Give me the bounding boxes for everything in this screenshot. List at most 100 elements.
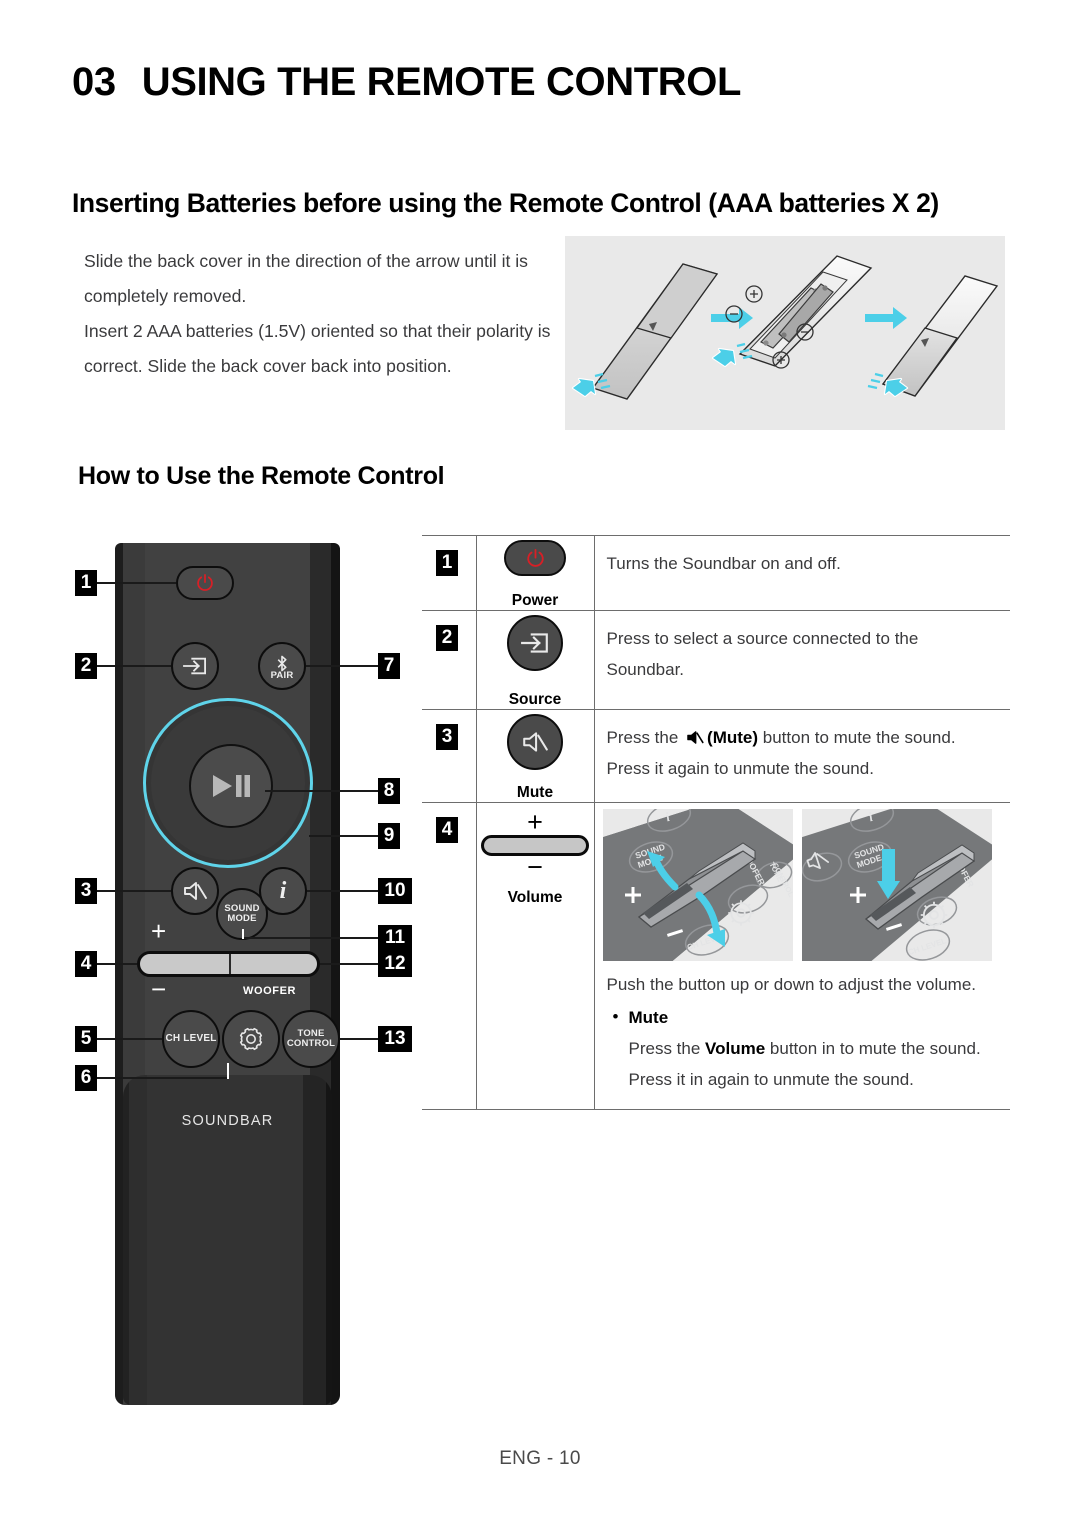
- table-row: 2 Source Press to select a source connec…: [422, 610, 1010, 710]
- table-row: 1 Power Turns the Soundbar on and off.: [422, 535, 1010, 611]
- table-key-label: Mute: [516, 784, 554, 801]
- table-cell-number: 1: [422, 535, 477, 611]
- table-key-label: Power: [511, 592, 559, 609]
- volume-figure-updown: i SOUND MODE CH LEVEL WOOFER TONE CONTRO…: [602, 809, 793, 961]
- volume-description: Push the button up or down to adjust the…: [595, 965, 1011, 1109]
- row-description: Press the (Mute) button to mute the soun…: [595, 710, 1011, 798]
- batteries-instruction-line-1: Slide the back cover in the direction of…: [84, 251, 528, 306]
- remote-control-diagram: SOUNDBAR PAIR SOUND MODE i + − WOOFER CH…: [75, 535, 415, 1415]
- table-cell-description: Press the (Mute) button to mute the soun…: [594, 709, 1011, 803]
- chapter-title-text: USING THE REMOTE CONTROL: [141, 60, 742, 104]
- batteries-instructions: Slide the back cover in the direction of…: [84, 244, 554, 384]
- table-power-button-graphic: [504, 540, 566, 576]
- mute-desc-part-2: (Mute): [707, 728, 759, 747]
- remote-leader-11b: [242, 929, 244, 939]
- table-cell-number: 3: [422, 709, 477, 803]
- mute-desc-part-1: Press the: [606, 728, 684, 747]
- manual-page: 03 USING THE REMOTE CONTROL Inserting Bat…: [0, 0, 1080, 1532]
- remote-callout-3: 3: [75, 878, 97, 904]
- row-description: Press to select a source connected to th…: [606, 629, 919, 679]
- table-volume-minus-label: −: [527, 852, 543, 882]
- mute-icon: [184, 882, 207, 900]
- remote-leader-6a: [97, 1077, 227, 1079]
- volume-description-main: Push the button up or down to adjust the…: [606, 975, 977, 994]
- remote-leader-3: [97, 890, 171, 892]
- remote-settings-button[interactable]: [222, 1010, 280, 1068]
- volume-bullet-title: Mute: [628, 1008, 669, 1027]
- chapter-title: 03 USING THE REMOTE CONTROL: [72, 60, 1012, 105]
- remote-callout-11: 11: [378, 925, 412, 951]
- remote-callout-7: 7: [378, 653, 400, 679]
- remote-pair-label: PAIR: [270, 669, 294, 681]
- row-number-badge: 1: [436, 550, 458, 576]
- table-key-label: Volume: [507, 889, 563, 906]
- battery-insertion-figure: [565, 236, 1005, 430]
- remote-leader-1: [97, 582, 176, 584]
- table-mute-button-graphic: [507, 714, 563, 770]
- remote-volume-plus-label: +: [151, 916, 167, 946]
- table-cell-description: i SOUND MODE CH LEVEL WOOFER TONE CONTRO…: [594, 803, 1010, 1110]
- volume-bullet-list: Mute: [607, 1001, 1001, 1033]
- remote-callout-13: 13: [378, 1026, 412, 1052]
- remote-leader-11a: [242, 937, 378, 939]
- table-source-button-graphic: [507, 615, 563, 671]
- battery-flow-arrow-1: [711, 307, 753, 329]
- table-cell-number: 4: [422, 802, 477, 1110]
- remote-source-button[interactable]: [171, 642, 219, 690]
- remote-callout-5: 5: [75, 1026, 97, 1052]
- table-row: 3 Mute Press the (Mute) button to mute t…: [422, 709, 1011, 803]
- remote-volume-minus-label: −: [151, 974, 167, 1004]
- volume-figure-pressin: i SOUND MODE CH LEVEL WOOFER: [801, 809, 992, 961]
- remote-info-button[interactable]: i: [259, 867, 307, 915]
- remote-callout-2: 2: [75, 653, 97, 679]
- list-item: Mute: [607, 1001, 1001, 1033]
- batteries-instruction-line-2: Insert 2 AAA batteries (1.5V) oriented s…: [84, 321, 551, 376]
- volume-bullet-body: Press the Volume button in to mute the s…: [607, 1033, 1001, 1095]
- remote-leader-8: [265, 790, 378, 792]
- remote-leader-5: [97, 1038, 162, 1040]
- battery-step-2: [711, 255, 873, 369]
- table-row: 4 + − Volume i SOUND MODE CH LEVEL WOOFE…: [422, 802, 1010, 1110]
- battery-step-3: [867, 275, 999, 398]
- remote-leader-2: [97, 665, 171, 667]
- remote-callout-4: 4: [75, 951, 97, 977]
- remote-brand-label: SOUNDBAR: [181, 1113, 274, 1129]
- battery-step-1: [571, 263, 719, 400]
- table-cell-description: Turns the Soundbar on and off.: [594, 535, 1010, 611]
- remote-nav-wheel[interactable]: [143, 698, 313, 868]
- remote-leader-6b: [227, 1063, 229, 1079]
- table-volume-plus-label: +: [527, 807, 543, 837]
- page-footer: ENG - 10: [499, 1448, 581, 1469]
- volume-figures: i SOUND MODE CH LEVEL WOOFER TONE CONTRO…: [595, 803, 1011, 965]
- remote-ch-level-button[interactable]: CH LEVEL: [162, 1010, 220, 1068]
- remote-leader-9: [309, 835, 378, 837]
- remote-play-pause-button[interactable]: [189, 744, 273, 828]
- source-icon: [521, 633, 548, 653]
- remote-tone-control-button[interactable]: TONE CONTROL: [282, 1010, 340, 1068]
- chapter-number: 03: [72, 60, 116, 104]
- table-cell-button: Power: [476, 535, 595, 611]
- table-cell-button: + − Volume: [476, 802, 595, 1110]
- table-key-label: Source: [508, 691, 562, 708]
- row-number-badge: 4: [436, 817, 458, 843]
- remote-callout-1: 1: [75, 570, 97, 596]
- remote-pair-button[interactable]: PAIR: [258, 642, 306, 690]
- remote-leader-4: [97, 963, 137, 965]
- remote-leader-12: [320, 963, 378, 965]
- remote-callout-8: 8: [378, 778, 400, 804]
- remote-ch-level-label: CH LEVEL: [165, 1032, 217, 1044]
- remote-power-button[interactable]: [176, 566, 234, 600]
- table-cell-button: Source: [476, 610, 595, 710]
- remote-woofer-label: WOOFER: [243, 985, 297, 997]
- table-cell-button: Mute: [476, 709, 595, 803]
- remote-mute-button[interactable]: [171, 867, 219, 915]
- remote-leader-7: [306, 665, 378, 667]
- volume-bullet-part-2: Volume: [705, 1039, 766, 1058]
- remote-tone-control-label-2: CONTROL: [286, 1038, 336, 1049]
- gear-icon: [239, 1027, 263, 1051]
- power-icon: [526, 548, 544, 567]
- remote-callout-12: 12: [378, 951, 412, 977]
- row-description: Turns the Soundbar on and off.: [606, 554, 841, 573]
- section-heading-batteries: Inserting Batteries before using the Rem…: [72, 188, 939, 218]
- table-cell-description: Press to select a source connected to th…: [594, 610, 1010, 710]
